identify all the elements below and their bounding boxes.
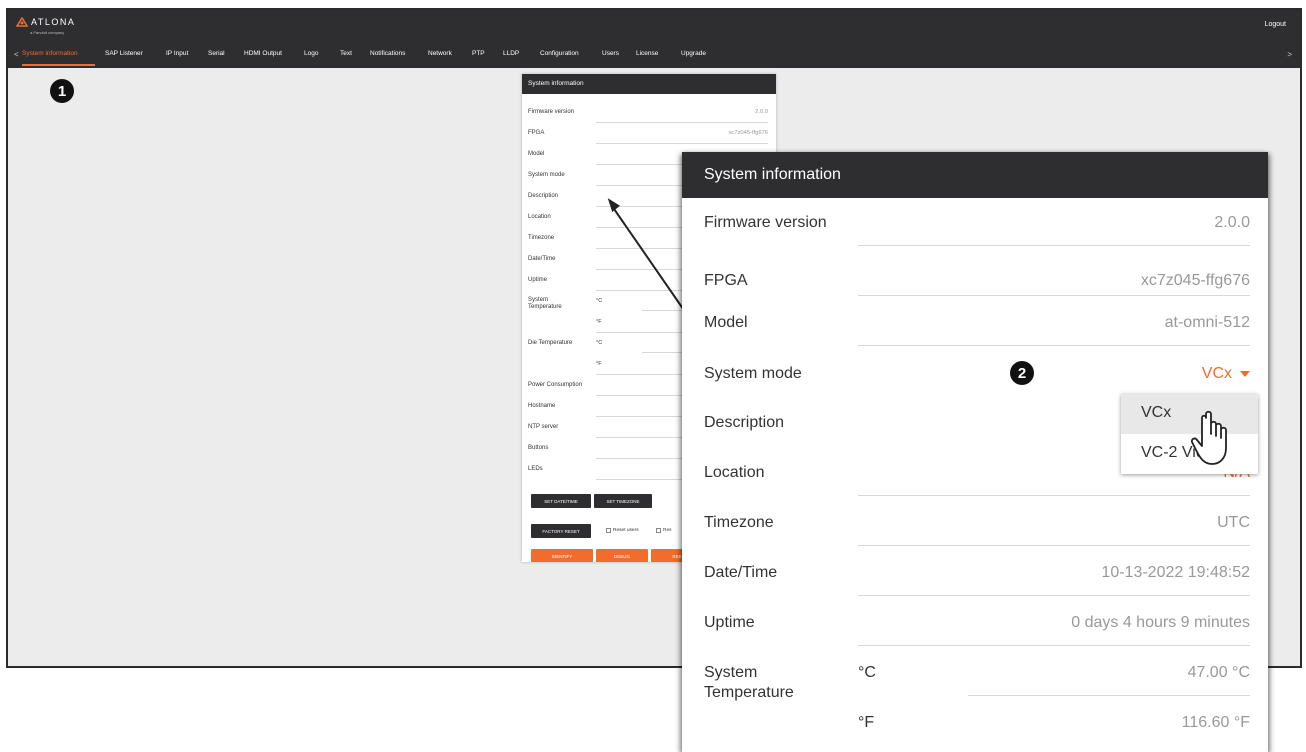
tab-system-information[interactable]: System information: [22, 50, 78, 57]
row-label-ntp-server: NTP server: [528, 424, 559, 430]
row-divider: [858, 545, 1250, 546]
row-divider: [858, 645, 1250, 646]
row-label-buttons: Buttons: [528, 445, 549, 451]
reset-other-label: Res: [663, 528, 672, 533]
checkbox-box[interactable]: [606, 528, 611, 533]
row-label-firmware-version: Firmware version: [528, 109, 575, 115]
row-value-firmware-version: 2.0.0: [755, 109, 768, 115]
row-label-description: Description: [704, 414, 785, 431]
tab-sap-listener[interactable]: SAP Listener: [105, 50, 143, 57]
reset-other-checkbox[interactable]: Res: [656, 528, 672, 533]
row-label-fpga: FPGA: [528, 130, 545, 136]
row-value-fpga: xc7z045-ffg676: [1140, 272, 1250, 289]
row-divider: [858, 245, 1250, 246]
row-label-die-temperature: Die Temperature: [528, 340, 573, 346]
system-temp-fahrenheit: 116.60 °F: [1181, 714, 1250, 731]
nav-next-arrow[interactable]: >: [1287, 50, 1292, 59]
tab-ip-input[interactable]: IP Input: [166, 50, 188, 57]
atlona-logo-icon: [16, 17, 28, 27]
tab-logo[interactable]: Logo: [304, 50, 318, 57]
system-mode-value: VCx: [1201, 365, 1232, 382]
tab-notifications[interactable]: Notifications: [370, 50, 405, 57]
active-tab-underline: [22, 64, 95, 66]
row-label-fpga: FPGA: [704, 272, 748, 289]
row-label-datetime: Date/Time: [528, 256, 556, 262]
unit-celsius: °C: [596, 340, 603, 346]
tab-configuration[interactable]: Configuration: [540, 50, 579, 57]
row-divider: [596, 143, 768, 144]
logo-text: ATLONA: [31, 17, 76, 27]
tab-license[interactable]: License: [636, 50, 658, 57]
row-value-fpga: xc7z045-ffg676: [728, 130, 768, 136]
unit-fahrenheit: °F: [858, 714, 875, 731]
row-label-description: Description: [528, 193, 559, 199]
reset-users-checkbox[interactable]: Reset users: [606, 528, 639, 533]
tab-network[interactable]: Network: [428, 50, 452, 57]
tab-text[interactable]: Text: [340, 50, 352, 57]
logo-subtitle: a Panduit company: [30, 30, 65, 35]
logout-link[interactable]: Logout: [1265, 21, 1286, 28]
row-label-timezone: Timezone: [704, 514, 774, 531]
row-label-model: Model: [704, 314, 748, 331]
row-divider: [858, 295, 1250, 296]
row-value-model: at-omni-512: [1164, 314, 1250, 331]
system-temp-celsius: 47.00 °C: [1187, 664, 1250, 681]
row-divider: [858, 345, 1250, 346]
row-value-timezone: UTC: [1217, 514, 1250, 531]
row-label-power-consumption: Power Consumption: [528, 382, 583, 388]
row-label-uptime: Uptime: [704, 614, 755, 631]
row-label-hostname: Hostname: [528, 403, 556, 409]
row-label-leds: LEDs: [528, 466, 543, 472]
panel-title: System information: [522, 74, 776, 94]
unit-celsius: °C: [858, 664, 876, 681]
debug-button[interactable]: DEBUG: [596, 549, 648, 562]
hand-cursor-icon: [1190, 410, 1227, 465]
set-timezone-button[interactable]: SET TIMEZONE: [594, 494, 652, 508]
top-bar: ATLONA a Panduit company Logout < System…: [8, 10, 1300, 68]
tab-hdmi-output[interactable]: HDMI Output: [244, 50, 282, 57]
tab-lldp[interactable]: LLDP: [503, 50, 519, 57]
identify-button[interactable]: IDENTIFY: [531, 549, 593, 562]
tab-ptp[interactable]: PTP: [472, 50, 485, 57]
row-divider: [968, 695, 1250, 696]
row-label-location: Location: [528, 214, 551, 220]
row-value-datetime: 10-13-2022 19:48:52: [1101, 564, 1250, 581]
main-nav: < System information SAP Listener IP Inp…: [8, 48, 1300, 68]
factory-reset-button[interactable]: FACTORY RESET: [531, 524, 591, 538]
reset-users-label: Reset users: [613, 528, 639, 533]
checkbox-box[interactable]: [656, 528, 661, 533]
row-label-system-temperature: System Temperature: [528, 297, 562, 310]
row-value-firmware-version: 2.0.0: [1214, 214, 1250, 231]
row-divider: [858, 595, 1250, 596]
row-divider: [858, 495, 1250, 496]
callout-badge-1: 1: [50, 79, 74, 103]
atlona-logo: ATLONA: [16, 17, 75, 27]
row-label-model: Model: [528, 151, 545, 157]
nav-prev-arrow[interactable]: <: [14, 50, 19, 59]
row-label-system-temperature: System Temperature: [704, 664, 794, 701]
set-datetime-button[interactable]: SET DATE/TIME: [531, 494, 591, 508]
tab-serial[interactable]: Serial: [208, 50, 225, 57]
row-label-datetime: Date/Time: [704, 564, 778, 581]
row-label-uptime: Uptime: [528, 277, 548, 283]
panel-title: System information: [682, 152, 1268, 198]
callout-badge-2: 2: [1010, 361, 1034, 385]
row-label-system-mode: System mode: [528, 172, 565, 178]
row-label-system-mode: System mode: [704, 365, 802, 382]
row-label-location: Location: [704, 464, 765, 481]
row-label-firmware-version: Firmware version: [704, 214, 827, 231]
row-divider: [596, 122, 768, 123]
row-value-uptime: 0 days 4 hours 9 minutes: [1071, 614, 1250, 631]
system-mode-select[interactable]: VCx: [1202, 365, 1250, 383]
tab-upgrade[interactable]: Upgrade: [681, 50, 706, 57]
caret-down-icon: [1240, 371, 1250, 377]
row-label-timezone: Timezone: [528, 235, 555, 241]
unit-fahrenheit: °F: [596, 361, 602, 367]
tab-users[interactable]: Users: [602, 50, 619, 57]
